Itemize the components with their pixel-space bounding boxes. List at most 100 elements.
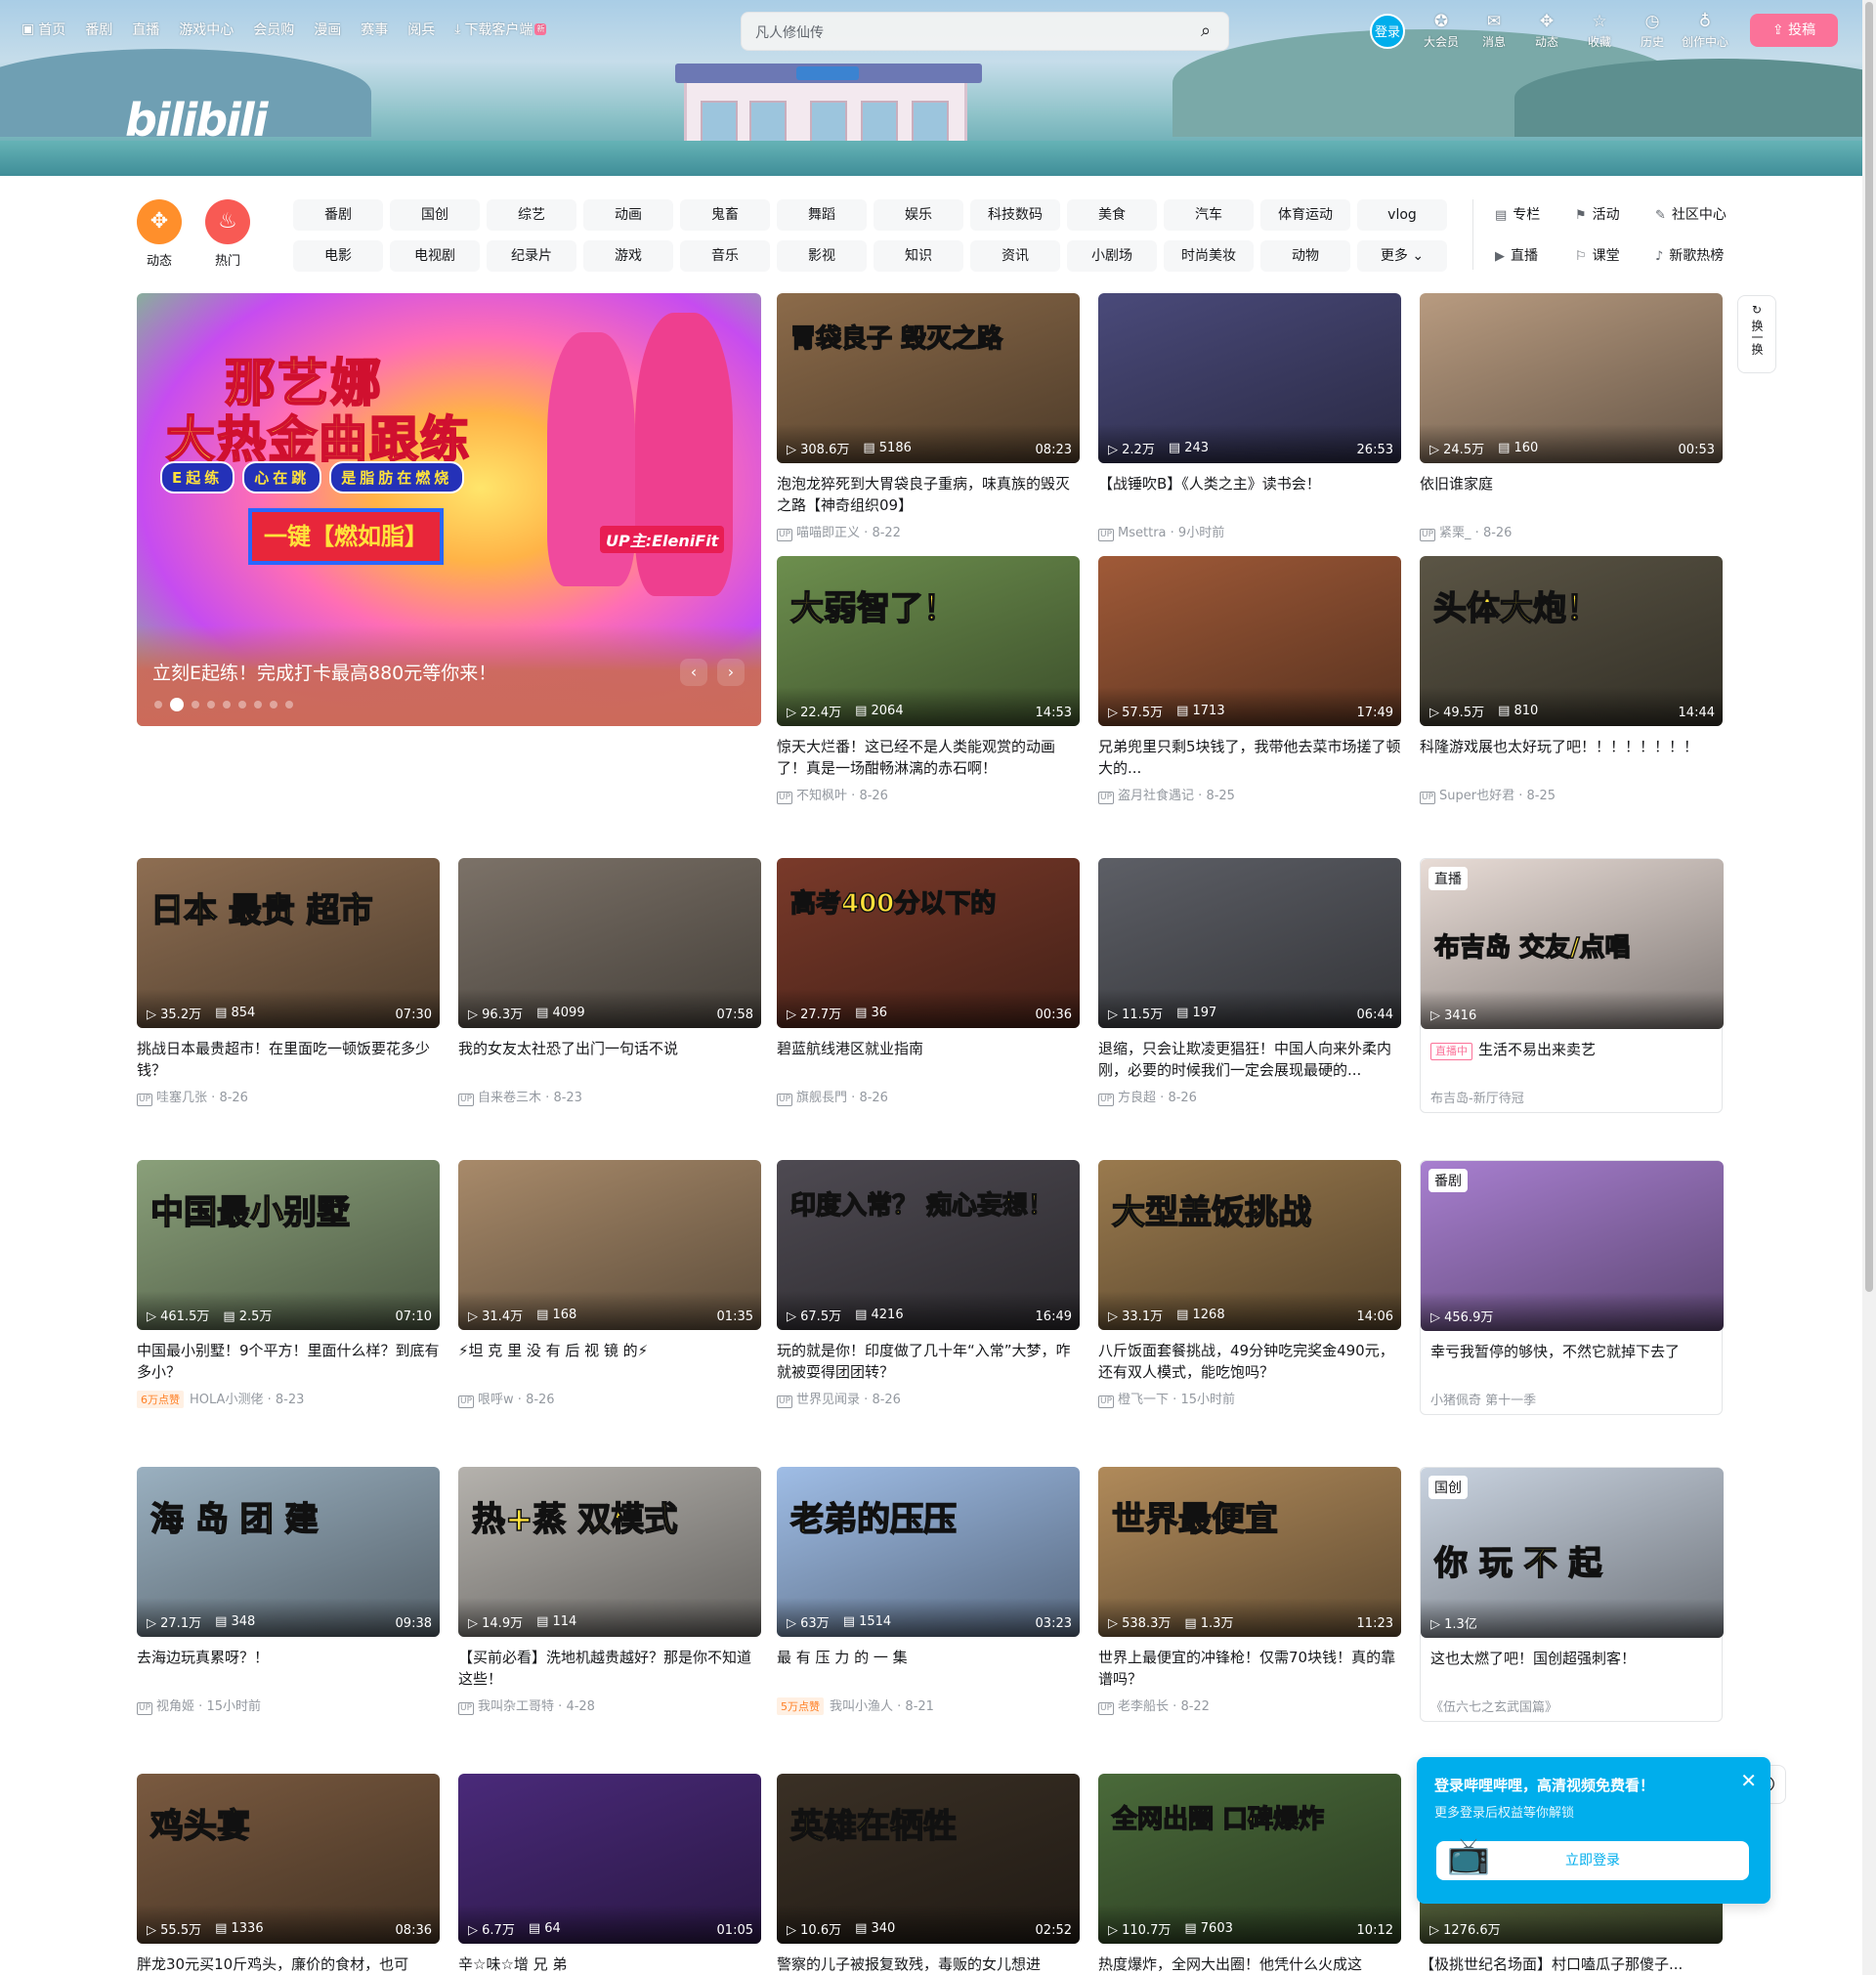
video-thumbnail[interactable]: 番剧 ▷ 456.9万 — [1421, 1161, 1724, 1331]
quick-link[interactable]: ▤ 专栏 — [1495, 199, 1571, 231]
video-title[interactable]: 【买前必看】洗地机越贵越好？那是你不知道这些！ — [458, 1647, 761, 1690]
nav-item-1[interactable]: 番剧 — [85, 20, 112, 39]
right-nav-item-5[interactable]: ♁ 创作中心 — [1679, 12, 1731, 50]
channel-chip[interactable]: vlog — [1357, 199, 1447, 231]
nav-item-7[interactable]: 阅兵 — [407, 20, 435, 39]
right-nav-item-2[interactable]: ✥ 动态 — [1520, 12, 1573, 50]
video-title[interactable]: 玩的就是你！印度做了几十年“入常”大梦，咋就被耍得团团转？ — [777, 1340, 1080, 1383]
video-title[interactable]: 【战锤吹B】《人类之主》读书会！ — [1098, 473, 1401, 516]
video-card[interactable]: 大弱智了！ ▷ 22.4万 ▤ 2064 14:53 惊天大烂番！这已经不是人类能观赏的… — [777, 556, 1080, 804]
video-meta[interactable]: UP 自来卷三木 · 8-23 — [458, 1087, 761, 1106]
video-card[interactable]: 鸡头宴 ▷ 55.5万 ▤ 1336 08:36 胖龙30元买10斤鸡头，廉价的食材，也… — [137, 1774, 440, 1975]
channel-chip[interactable]: 美食 — [1067, 199, 1157, 231]
video-title[interactable]: 惊天大烂番！这已经不是人类能观赏的动画了！真是一场酣畅淋漓的赤石啊！ — [777, 736, 1080, 779]
video-thumbnail[interactable]: 印度入常？ 痴心妄想！ ▷ 67.5万 ▤ 4216 16:49 — [777, 1160, 1080, 1330]
video-author[interactable]: 小猪佩奇 第十一季 — [1430, 1394, 1536, 1408]
video-thumbnail[interactable]: ▷ 96.3万 ▤ 4099 07:58 — [458, 858, 761, 1028]
video-thumbnail[interactable]: 头体大炮！ ▷ 49.5万 ▤ 810 14:44 — [1420, 556, 1723, 726]
video-meta[interactable]: 小猪佩奇 第十一季 — [1421, 1390, 1722, 1408]
carousel-caption[interactable]: 立刻E起练！完成打卡最高880元等你来！ — [152, 659, 496, 685]
bilibili-logo[interactable]: bilibili — [125, 94, 268, 147]
quick-link[interactable]: ♪ 新歌热榜 — [1655, 240, 1731, 272]
video-author[interactable]: 世界见闻录 — [796, 1393, 860, 1407]
video-thumbnail[interactable]: ▷ 31.4万 ▤ 168 01:35 — [458, 1160, 761, 1330]
video-title[interactable]: 兄弟兜里只剩5块钱了，我带他去菜市场搓了顿大的... — [1098, 736, 1401, 779]
carousel-dot[interactable] — [207, 701, 215, 708]
video-card[interactable]: 热+蒸 双模式 ▷ 14.9万 ▤ 114 【买前必看】洗地机越贵越好？那是你不知道这… — [458, 1467, 761, 1715]
video-author[interactable]: 布吉岛-新厅待冠 — [1430, 1092, 1524, 1106]
video-title[interactable]: 依旧谁家庭 — [1420, 473, 1723, 516]
channel-chip[interactable]: 科技数码 — [970, 199, 1060, 231]
video-author[interactable]: 橙飞一下 — [1118, 1393, 1169, 1407]
video-card[interactable]: 布吉岛 交友/点唱 直播 ▷ 3416 直播中 生活不易出来卖艺 布吉岛-新厅待冠 — [1420, 858, 1724, 1113]
carousel-dot[interactable] — [170, 698, 184, 711]
video-card[interactable]: ▷ 24.5万 ▤ 160 00:53 依旧谁家庭 UP 紧栗_ · 8-26 — [1420, 293, 1723, 541]
carousel-dot[interactable] — [192, 701, 199, 708]
video-thumbnail[interactable]: ▷ 11.5万 ▤ 197 06:44 — [1098, 858, 1401, 1028]
video-thumbnail[interactable]: 大型盖饭挑战 ▷ 33.1万 ▤ 1268 14:06 — [1098, 1160, 1401, 1330]
video-meta[interactable]: UP 旗舰長門 · 8-26 — [777, 1087, 1080, 1106]
right-nav-item-3[interactable]: ☆ 收藏 — [1573, 12, 1626, 50]
quick-link[interactable]: ✎ 社区中心 — [1655, 199, 1731, 231]
channel-chip[interactable]: 综艺 — [487, 199, 576, 231]
video-thumbnail[interactable]: ▷ 24.5万 ▤ 160 00:53 — [1420, 293, 1723, 463]
video-meta[interactable]: UP 盗月社食遇记 · 8-25 — [1098, 785, 1401, 804]
video-author[interactable]: Msettra — [1118, 526, 1167, 540]
channel-chip[interactable]: 资讯 — [970, 240, 1060, 272]
video-meta[interactable]: UP 喵喵即正义 · 8-22 — [777, 522, 1080, 541]
video-thumbnail[interactable]: 胃袋良子 毁灭之路 ▷ 308.6万 ▤ 5186 08:23 — [777, 293, 1080, 463]
video-card[interactable]: 印度入常？ 痴心妄想！ ▷ 67.5万 ▤ 4216 16:49 玩的就是你！印度做了几… — [777, 1160, 1080, 1408]
video-thumbnail[interactable]: 老弟的压压 ▷ 63万 ▤ 1514 03:23 — [777, 1467, 1080, 1637]
channel-chip[interactable]: 体育运动 — [1260, 199, 1350, 231]
quick-link[interactable]: ⚑ 活动 — [1575, 199, 1651, 231]
video-author[interactable]: 哇塞几张 — [156, 1091, 207, 1105]
video-card[interactable]: 中国最小别墅 ▷ 461.5万 ▤ 2.5万 07:10 中国最小别墅！9个平方！里面什… — [137, 1160, 440, 1408]
carousel-dot[interactable] — [270, 701, 277, 708]
channel-chip[interactable]: 汽车 — [1164, 199, 1254, 231]
video-author[interactable]: 我叫杂工哥特 — [478, 1699, 554, 1714]
channel-chip[interactable]: 游戏 — [583, 240, 673, 272]
video-thumbnail[interactable]: 中国最小别墅 ▷ 461.5万 ▤ 2.5万 07:10 — [137, 1160, 440, 1330]
video-thumbnail[interactable]: 大弱智了！ ▷ 22.4万 ▤ 2064 14:53 — [777, 556, 1080, 726]
carousel-prev-button[interactable]: ‹ — [680, 659, 707, 686]
video-thumbnail[interactable]: ▷ 57.5万 ▤ 1713 17:49 — [1098, 556, 1401, 726]
video-meta[interactable]: 布吉岛-新厅待冠 — [1421, 1088, 1722, 1106]
video-meta[interactable]: UP Msettra · 9小时前 — [1098, 522, 1401, 541]
video-card[interactable]: ▷ 6.7万 ▤ 64 01:05 辛☆味☆增 兄 弟 — [458, 1774, 761, 1975]
close-icon[interactable]: ✕ — [1740, 1769, 1757, 1792]
video-author[interactable]: 《伍六七之玄武国篇》 — [1430, 1700, 1557, 1715]
video-thumbnail[interactable]: 英雄在牺牲 ▷ 10.6万 ▤ 340 02:52 — [777, 1774, 1080, 1944]
carousel-next-button[interactable]: › — [717, 659, 745, 686]
video-title[interactable]: 中国最小别墅！9个平方！里面什么样？到底有多小？ — [137, 1340, 440, 1383]
video-title[interactable]: 泡泡龙猝死到大胃袋良子重病，味真族的毁灭之路【神奇组织09】 — [777, 473, 1080, 516]
video-title[interactable]: 警察的儿子被报复致残，毒贩的女儿想进 — [777, 1954, 1080, 1975]
video-card[interactable]: ▷ 11.5万 ▤ 197 06:44 退缩，只会让欺凌更猖狂！中国人向来外柔内刚，必… — [1098, 858, 1401, 1106]
video-title[interactable]: 科隆游戏展也太好玩了吧！！！！！！！！ — [1420, 736, 1723, 779]
right-nav-item-4[interactable]: ◷ 历史 — [1626, 12, 1679, 50]
video-meta[interactable]: UP 视角姬 · 15小时前 — [137, 1696, 440, 1715]
search-icon[interactable]: ⌕ — [1195, 21, 1216, 42]
channel-chip[interactable]: 动画 — [583, 199, 673, 231]
channel-chip[interactable]: 电影 — [293, 240, 383, 272]
carousel-dot[interactable] — [238, 701, 246, 708]
dynamic-label[interactable]: 动态 — [130, 250, 189, 269]
video-title[interactable]: 最 有 压 力 的 一 集 — [777, 1647, 1080, 1690]
video-thumbnail[interactable]: 日本 最贵 超市 ▷ 35.2万 ▤ 854 07:30 — [137, 858, 440, 1028]
video-meta[interactable]: UP 我叫杂工哥特 · 4-28 — [458, 1696, 761, 1715]
video-card[interactable]: 大型盖饭挑战 ▷ 33.1万 ▤ 1268 14:06 八斤饭面套餐挑战，49分钟吃完奖… — [1098, 1160, 1401, 1408]
channel-chip[interactable]: 影视 — [777, 240, 867, 272]
video-card[interactable]: ▷ 96.3万 ▤ 4099 07:58 我的女友太社恐了出门一句话不说 UP 自来卷三木… — [458, 858, 761, 1106]
quick-link[interactable]: ▶ 直播 — [1495, 240, 1571, 272]
video-thumbnail[interactable]: 海 岛 团 建 ▷ 27.1万 ▤ 348 09:38 — [137, 1467, 440, 1637]
video-card[interactable]: ▷ 31.4万 ▤ 168 01:35 ⚡坦 克 里 没 有 后 视 镜 的⚡ UP 哏呼… — [458, 1160, 761, 1408]
channel-chip[interactable]: 音乐 — [680, 240, 770, 272]
video-title[interactable]: 挑战日本最贵超市！在里面吃一顿饭要花多少钱？ — [137, 1038, 440, 1081]
video-card[interactable]: 海 岛 团 建 ▷ 27.1万 ▤ 348 09:38 去海边玩真累呀？！ UP 视角姬 ·… — [137, 1467, 440, 1715]
channel-chip[interactable]: 鬼畜 — [680, 199, 770, 231]
video-title[interactable]: 这也太燃了吧！国创超强刺客！ — [1421, 1648, 1722, 1691]
video-meta[interactable]: UP Super也好君 · 8-25 — [1420, 785, 1723, 804]
channel-chip[interactable]: 小剧场 — [1067, 240, 1157, 272]
video-title[interactable]: 胖龙30元买10斤鸡头，廉价的食材，也可 — [137, 1954, 440, 1975]
video-card[interactable]: 老弟的压压 ▷ 63万 ▤ 1514 03:23 最 有 压 力 的 一 集 5万点赞 我叫… — [777, 1467, 1080, 1715]
video-meta[interactable]: UP 老李船长 · 8-22 — [1098, 1696, 1401, 1715]
